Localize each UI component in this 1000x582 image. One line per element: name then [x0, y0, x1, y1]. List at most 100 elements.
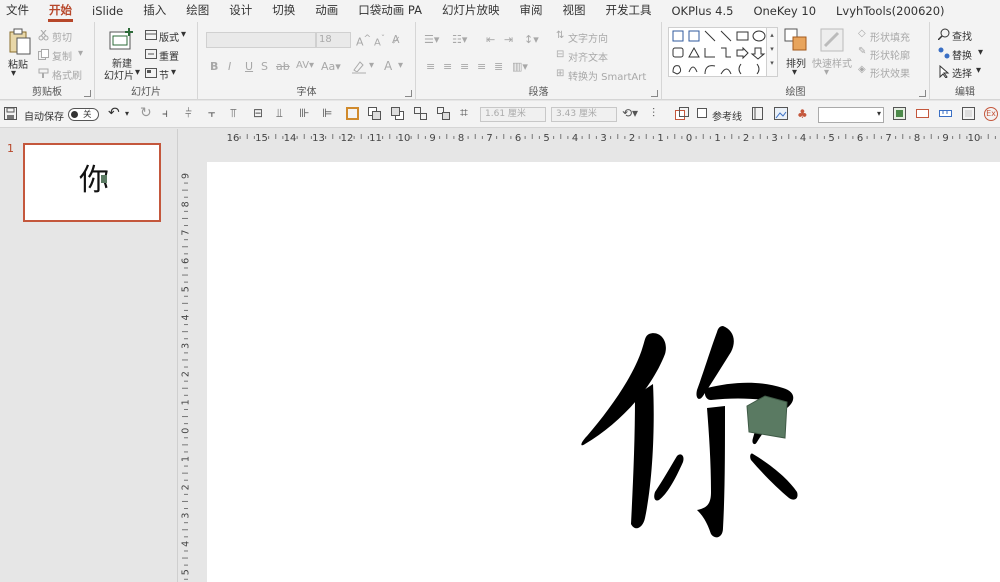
autosave-toggle[interactable]: 关	[68, 108, 99, 121]
paste-icon[interactable]	[8, 28, 32, 56]
shape-fill-button[interactable]: 形状填充	[870, 29, 910, 44]
ruler-toggle-icon[interactable]	[916, 107, 930, 121]
highlight-icon[interactable]	[352, 60, 368, 77]
align-text-icon[interactable]: ⊟	[556, 49, 564, 60]
smartart-icon[interactable]: ⊞	[556, 68, 564, 79]
select-dropdown-icon[interactable]: ▾	[976, 65, 981, 76]
highlight-dropdown-icon[interactable]: ▾	[369, 60, 374, 71]
green-freeform-shape[interactable]	[746, 395, 788, 439]
picture-icon[interactable]	[774, 107, 788, 121]
increase-indent-icon[interactable]: ⇥	[504, 33, 513, 46]
reset-button[interactable]: 重置	[159, 48, 179, 63]
selection-pane-icon[interactable]	[675, 107, 689, 121]
shapes-gallery-scroll[interactable]: ▴ ▾ ▾	[766, 27, 778, 77]
horizontal-ruler[interactable]: 16 15 14 13 12 11 10 9 8 7 6 5 4 3 2 1 0 1 2 3 4 5 6 7 8 9 10	[207, 129, 1000, 145]
select-icon[interactable]	[938, 64, 950, 81]
reset-icon[interactable]	[145, 49, 157, 62]
align-middle-objects-icon[interactable]: ⊟	[253, 106, 263, 120]
new-slide-dropdown-icon[interactable]: ▾	[135, 67, 140, 78]
shape-outline-button[interactable]: 形状轮廓	[870, 47, 910, 62]
copy-button[interactable]: 复制	[52, 48, 72, 63]
grow-font-icon[interactable]: A^	[356, 33, 371, 49]
shrink-font-icon[interactable]: Aˇ	[374, 33, 385, 48]
cut-button[interactable]: 剪切	[52, 29, 72, 44]
shadow-icon[interactable]: S	[261, 60, 268, 73]
shape-width-input[interactable]: 3.43 厘米	[551, 107, 617, 122]
menu-tab-3[interactable]: 插入	[143, 2, 166, 22]
menu-tab-10[interactable]: 审阅	[520, 2, 543, 22]
menu-tab-12[interactable]: 开发工具	[606, 2, 652, 22]
menu-tab-7[interactable]: 动画	[315, 2, 338, 22]
slide-thumbnail[interactable]: 你	[23, 143, 161, 222]
menu-tab-1[interactable]: 开始	[48, 2, 73, 22]
menu-tab-11[interactable]: 视图	[563, 2, 586, 22]
align-right-objects-icon[interactable]: ⫟	[208, 106, 215, 121]
clipboard-launcher-icon[interactable]	[84, 90, 91, 97]
align-left-objects-icon[interactable]: ⫞	[162, 106, 168, 121]
distribute-icon[interactable]: ≣	[494, 60, 503, 73]
menu-tab-5[interactable]: 设计	[229, 2, 252, 22]
menu-tab-8[interactable]: 口袋动画 PA	[358, 2, 422, 22]
text-direction-icon[interactable]: ⇅	[556, 30, 564, 41]
bring-forward-icon[interactable]	[368, 107, 382, 121]
menu-tab-2[interactable]: iSlide	[92, 4, 123, 22]
numbering-icon[interactable]: ☷▾	[452, 33, 467, 46]
vertical-ruler[interactable]: 9 8 7 6 5 4 3 2 1 0 1 2 3 4 5	[179, 162, 193, 582]
undo-dropdown-icon[interactable]: ▾	[125, 109, 129, 118]
align-center-icon[interactable]: ≡	[443, 60, 452, 73]
shape-outline-quick-icon[interactable]	[346, 107, 360, 121]
shape-outline-icon[interactable]: ✎	[858, 46, 866, 57]
image-layer-icon[interactable]	[893, 107, 907, 121]
justify-icon[interactable]: ≡	[477, 60, 486, 73]
shapes-gallery[interactable]	[668, 27, 772, 77]
align-bottom-objects-icon[interactable]: ⫫	[276, 106, 283, 121]
replace-icon[interactable]	[938, 47, 950, 62]
menu-tab-15[interactable]: LvyhTools(200620)	[836, 4, 945, 22]
align-left-icon[interactable]: ≡	[426, 60, 435, 73]
new-slide-icon[interactable]	[109, 28, 133, 55]
decrease-indent-icon[interactable]: ⇤	[486, 33, 495, 46]
ungroup-icon[interactable]	[437, 107, 451, 121]
group-icon[interactable]	[414, 107, 428, 121]
font-color-icon[interactable]: A	[384, 59, 392, 73]
layout-icon[interactable]	[145, 30, 157, 43]
menu-tab-9[interactable]: 幻灯片放映	[442, 2, 500, 22]
slide-canvas[interactable]	[207, 162, 1000, 582]
gridlines-icon[interactable]	[752, 107, 766, 121]
line-spacing-icon[interactable]: ↕▾	[524, 33, 539, 46]
format-painter-button[interactable]: 格式刷	[52, 67, 82, 82]
quick-styles-icon[interactable]	[820, 28, 846, 55]
copy-dropdown-icon[interactable]: ▾	[78, 48, 83, 59]
eyedropper-icon[interactable]: ♣	[797, 107, 808, 121]
quick-styles-dropdown-icon[interactable]: ▾	[824, 67, 829, 78]
convert-smartart-button[interactable]: 转换为 SmartArt	[568, 68, 646, 83]
menu-tab-4[interactable]: 绘图	[186, 2, 209, 22]
align-text-button[interactable]: 对齐文本	[568, 49, 608, 64]
drawing-launcher-icon[interactable]	[919, 90, 926, 97]
bold-icon[interactable]: B	[210, 60, 218, 73]
select-button[interactable]: 选择	[952, 65, 972, 80]
ruler-icon[interactable]	[939, 107, 953, 121]
section-dropdown-icon[interactable]: ▾	[171, 67, 176, 78]
font-dropdown-qat[interactable]: ▾	[818, 107, 884, 123]
shape-effects-button[interactable]: 形状效果	[870, 65, 910, 80]
font-color-dropdown-icon[interactable]: ▾	[398, 60, 403, 71]
bullets-icon[interactable]: ☰▾	[424, 33, 439, 46]
flip-icon[interactable]: ⫶	[652, 106, 655, 121]
save-icon[interactable]	[4, 107, 18, 121]
columns-icon[interactable]: ▥▾	[512, 60, 528, 73]
fit-window-icon[interactable]	[962, 107, 976, 121]
text-direction-button[interactable]: 文字方向	[568, 30, 608, 45]
new-slide-label-2[interactable]: 幻灯片	[104, 67, 134, 82]
guides-checkbox[interactable]	[697, 108, 707, 118]
find-icon[interactable]	[937, 28, 950, 43]
align-center-objects-icon[interactable]: ⫩	[185, 106, 192, 121]
copy-icon[interactable]	[38, 49, 49, 63]
shape-effects-icon[interactable]: ◈	[858, 64, 866, 75]
align-top-objects-icon[interactable]: ⫪	[230, 106, 237, 121]
shape-height-input[interactable]: 1.61 厘米	[480, 107, 546, 122]
rotate-icon[interactable]: ⟲▾	[622, 106, 638, 120]
layout-dropdown-icon[interactable]: ▾	[181, 29, 186, 40]
menu-tab-14[interactable]: OneKey 10	[753, 4, 816, 22]
char-spacing-icon[interactable]: AV▾	[296, 60, 314, 71]
